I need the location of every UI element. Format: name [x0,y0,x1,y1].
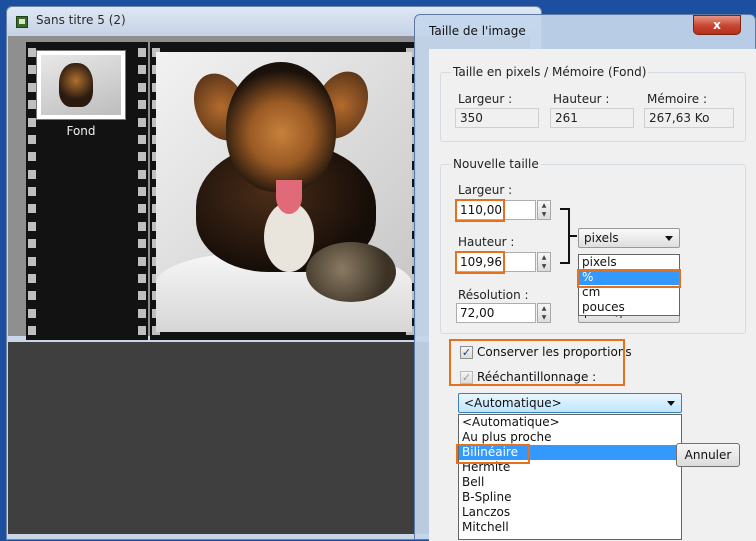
film-sprocket [28,221,36,231]
film-sprocket [138,65,146,75]
method-option-bell[interactable]: Bell [459,475,681,490]
film-sprocket [28,82,36,92]
pixel-size-group [440,72,746,142]
height-spinner[interactable]: ▲ ▼ [537,252,551,272]
unit-combo[interactable]: pixels [578,228,680,248]
spin-down-icon[interactable]: ▼ [538,210,550,219]
spin-up-icon[interactable]: ▲ [538,304,550,313]
film-sprocket [28,187,36,196]
image-document-icon [16,16,28,28]
new-size-group-title: Nouvelle taille [451,157,541,171]
memory-value: 267,63 Ko [644,108,734,128]
resample-method-combo[interactable]: <Automatique> [458,393,682,413]
unit-combo-value: pixels [584,231,619,245]
percent-highlight-frame [577,269,681,288]
film-sprocket [138,152,146,162]
film-sprocket [28,117,36,127]
thumbnail-dog-shape [59,63,93,107]
close-icon[interactable]: x [693,15,741,35]
resolution-label: Résolution : [458,288,529,302]
pixel-width-value: 350 [455,108,539,128]
film-sprocket [28,204,36,214]
film-sprocket [138,273,146,283]
spin-up-icon[interactable]: ▲ [538,201,550,210]
film-sprocket [138,239,146,249]
pixel-size-group-title: Taille en pixels / Mémoire (Fond) [451,65,649,79]
bilinear-highlight-frame [456,444,530,464]
film-sprocket [138,134,146,144]
resample-method-value: <Automatique> [464,396,562,410]
spin-down-icon[interactable]: ▼ [538,313,550,322]
width-spinner[interactable]: ▲ ▼ [537,200,551,220]
film-sprocket [138,117,146,127]
film-sprocket [138,326,146,335]
layer-thumbnail-image [41,55,121,115]
proportion-link-bracket [560,208,570,264]
film-sprocket [138,221,146,231]
film-sprocket [138,100,146,110]
canvas-photo[interactable] [156,52,412,332]
new-height-label: Hauteur : [458,235,515,249]
photo-dog-head [226,62,336,192]
resolution-input[interactable]: 72,00 [456,303,536,323]
unit-option-pixels[interactable]: pixels [579,255,679,270]
spin-up-icon[interactable]: ▲ [538,253,550,262]
film-sprocket [138,308,146,318]
height-highlight-frame [455,251,505,274]
new-width-label: Largeur : [458,183,513,197]
film-sprocket [28,169,36,179]
film-sprocket [138,169,146,179]
film-sprocket [138,204,146,214]
resolution-spinner[interactable]: ▲ ▼ [537,303,551,323]
width-highlight-frame [455,199,505,222]
pixel-height-label: Hauteur : [553,92,610,106]
film-sprocket [28,134,36,144]
photo-dog-tongue [276,180,302,214]
pixel-width-label: Largeur : [458,92,513,106]
layer-name: Fond [66,124,96,138]
unit-option-pouces[interactable]: pouces [579,300,679,315]
memory-label: Mémoire : [647,92,708,106]
film-sprocket [28,308,36,318]
chevron-down-icon[interactable] [667,401,675,406]
layer-thumbnail[interactable] [36,50,126,120]
film-sprocket [138,82,146,92]
options-highlight-frame [449,339,625,386]
photo-cat [306,242,396,302]
film-sprocket [28,48,36,57]
film-sprocket [28,152,36,162]
method-option-au-plus-proche[interactable]: Au plus proche [459,430,681,445]
film-sprocket [138,48,146,57]
dialog-title: Taille de l'image [429,24,526,38]
pixel-height-value: 261 [550,108,634,128]
film-sprocket [28,239,36,249]
cancel-button[interactable]: Annuler [676,443,740,467]
film-sprocket [138,187,146,196]
chevron-down-icon[interactable] [665,236,673,241]
resample-method-list: <Automatique> Au plus proche Bilinéaire … [458,414,682,540]
method-option-mitchell[interactable]: Mitchell [459,520,681,535]
method-option-b-spline[interactable]: B-Spline [459,490,681,505]
film-sprocket [28,65,36,75]
film-sprocket [28,273,36,283]
film-sprocket [138,256,146,266]
film-sprocket [28,100,36,110]
document-title: Sans titre 5 (2) [36,13,126,27]
method-option-automatique[interactable]: <Automatique> [459,415,681,430]
spin-down-icon[interactable]: ▼ [538,262,550,271]
proportion-link-tick [570,235,577,237]
method-option-lanczos[interactable]: Lanczos [459,505,681,520]
film-sprocket [28,326,36,335]
film-sprocket [28,256,36,266]
film-sprocket [138,291,146,301]
film-sprocket [28,291,36,301]
